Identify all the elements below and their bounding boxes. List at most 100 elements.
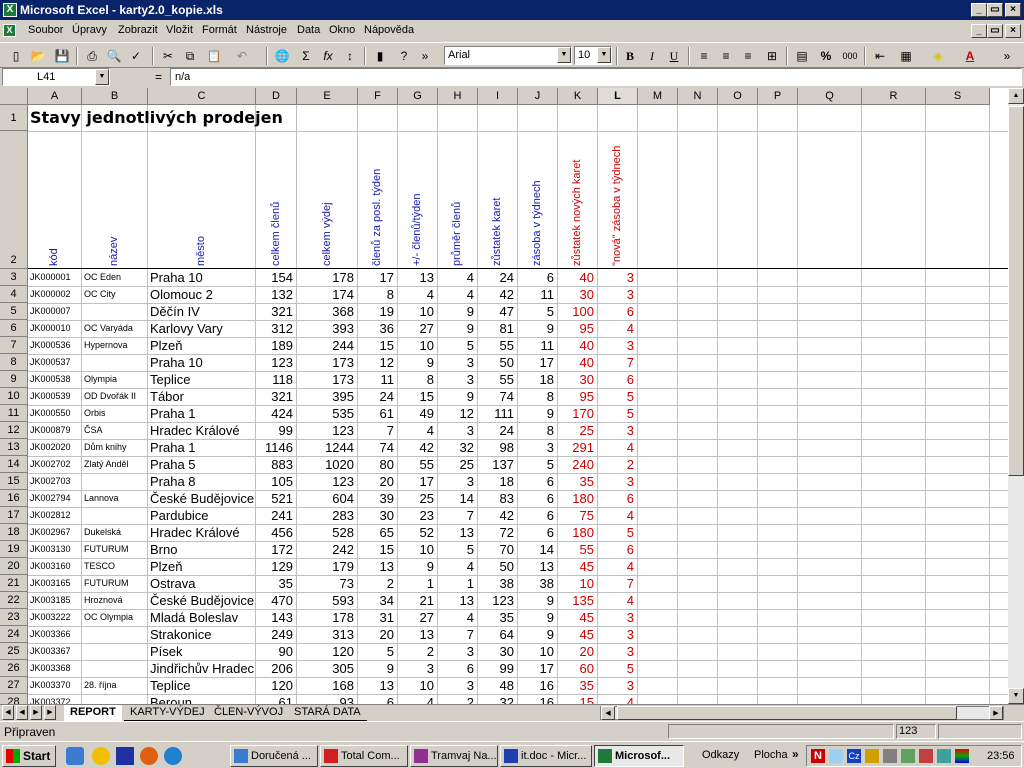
- cell-d-12[interactable]: 99: [256, 422, 296, 439]
- cell-e-12[interactable]: 123: [297, 422, 357, 439]
- cell-e-9[interactable]: 173: [297, 371, 357, 388]
- header-g[interactable]: +/- členů/týden: [411, 194, 423, 266]
- cell-d-20[interactable]: 129: [256, 558, 296, 575]
- cell-e-3[interactable]: 178: [297, 269, 357, 286]
- column-header-k[interactable]: K: [558, 88, 598, 105]
- scroll-up-icon[interactable]: ▲: [1008, 88, 1024, 104]
- cell-a-6[interactable]: JK000010: [28, 320, 81, 337]
- cell-b-5[interactable]: [82, 303, 147, 320]
- cell-h-14[interactable]: 25: [438, 456, 477, 473]
- cell-e-26[interactable]: 305: [297, 660, 357, 677]
- cell-c-9[interactable]: Teplice: [148, 371, 255, 388]
- borders-icon[interactable]: ▦: [896, 46, 916, 66]
- cell-g-22[interactable]: 21: [398, 592, 437, 609]
- cell-g-8[interactable]: 9: [398, 354, 437, 371]
- cell-j-9[interactable]: 18: [518, 371, 557, 388]
- cell-e-18[interactable]: 528: [297, 524, 357, 541]
- cell-i-5[interactable]: 47: [478, 303, 517, 320]
- row-header-8[interactable]: 8: [0, 354, 28, 371]
- cell-g-23[interactable]: 27: [398, 609, 437, 626]
- cell-d-7[interactable]: 189: [256, 337, 296, 354]
- cell-l-5[interactable]: 6: [598, 303, 637, 320]
- cell-i-10[interactable]: 74: [478, 388, 517, 405]
- cell-f-23[interactable]: 31: [358, 609, 397, 626]
- row-header-16[interactable]: 16: [0, 490, 28, 507]
- cell-l-26[interactable]: 5: [598, 660, 637, 677]
- cell-d-22[interactable]: 470: [256, 592, 296, 609]
- cell-e-24[interactable]: 313: [297, 626, 357, 643]
- cell-c-15[interactable]: Praha 8: [148, 473, 255, 490]
- align-left-icon[interactable]: ≡: [694, 46, 714, 66]
- cell-a-4[interactable]: JK000002: [28, 286, 81, 303]
- cell-g-24[interactable]: 13: [398, 626, 437, 643]
- cell-g-7[interactable]: 10: [398, 337, 437, 354]
- hscroll-thumb[interactable]: [617, 706, 957, 720]
- cell-l-7[interactable]: 3: [598, 337, 637, 354]
- cell-f-27[interactable]: 13: [358, 677, 397, 694]
- scroll-left-icon[interactable]: ◀: [601, 706, 615, 720]
- cell-e-19[interactable]: 242: [297, 541, 357, 558]
- row-header-5[interactable]: 5: [0, 303, 28, 320]
- cell-e-25[interactable]: 120: [297, 643, 357, 660]
- worksheet-grid[interactable]: ABCDEFGHIJKLMNOPQRS 1 2 3 4 5 6 7 8 9 10 11 12 13 14 1…: [0, 88, 1008, 704]
- font-size-combo[interactable]: 10 ▼: [574, 46, 612, 65]
- cell-f-21[interactable]: 2: [358, 575, 397, 592]
- cell-b-17[interactable]: [82, 507, 147, 524]
- cell-a-24[interactable]: JK003366: [28, 626, 81, 643]
- cell-j-7[interactable]: 11: [518, 337, 557, 354]
- cell-b-14[interactable]: Zlatý Anděl: [82, 456, 147, 473]
- cell-g-19[interactable]: 10: [398, 541, 437, 558]
- cell-f-26[interactable]: 9: [358, 660, 397, 677]
- quicklaunch-firefox-icon[interactable]: [140, 747, 158, 765]
- excel-app-icon[interactable]: X: [3, 3, 17, 17]
- desktop-toolbar[interactable]: Plocha: [754, 749, 788, 761]
- cell-b-16[interactable]: Lannova: [82, 490, 147, 507]
- cell-e-4[interactable]: 174: [297, 286, 357, 303]
- cell-g-9[interactable]: 8: [398, 371, 437, 388]
- tray-security-icon[interactable]: [865, 749, 879, 763]
- cell-l-8[interactable]: 7: [598, 354, 637, 371]
- cell-h-12[interactable]: 3: [438, 422, 477, 439]
- cell-i-17[interactable]: 42: [478, 507, 517, 524]
- paste-icon[interactable]: 📋: [204, 46, 224, 66]
- cell-j-4[interactable]: 11: [518, 286, 557, 303]
- cell-e-8[interactable]: 173: [297, 354, 357, 371]
- cell-f-8[interactable]: 12: [358, 354, 397, 371]
- cell-j-19[interactable]: 14: [518, 541, 557, 558]
- save-icon[interactable]: 💾: [52, 46, 72, 66]
- cell-g-25[interactable]: 2: [398, 643, 437, 660]
- cell-h-26[interactable]: 6: [438, 660, 477, 677]
- cell-b-22[interactable]: Hroznová: [82, 592, 147, 609]
- cell-c-13[interactable]: Praha 1: [148, 439, 255, 456]
- cell-e-5[interactable]: 368: [297, 303, 357, 320]
- cell-h-23[interactable]: 4: [438, 609, 477, 626]
- cell-l-13[interactable]: 4: [598, 439, 637, 456]
- cell-g-20[interactable]: 9: [398, 558, 437, 575]
- cell-g-3[interactable]: 13: [398, 269, 437, 286]
- cell-f-6[interactable]: 36: [358, 320, 397, 337]
- cell-j-8[interactable]: 17: [518, 354, 557, 371]
- cell-j-6[interactable]: 9: [518, 320, 557, 337]
- row-header-27[interactable]: 27: [0, 677, 28, 694]
- menu-nastroje[interactable]: Nástroje: [246, 24, 287, 36]
- cell-k-10[interactable]: 95: [558, 388, 597, 405]
- fill-color-icon[interactable]: ◈: [928, 46, 948, 66]
- cell-j-23[interactable]: 9: [518, 609, 557, 626]
- cell-c-21[interactable]: Ostrava: [148, 575, 255, 592]
- percent-button[interactable]: %: [816, 46, 836, 66]
- cell-h-24[interactable]: 7: [438, 626, 477, 643]
- cell-h-20[interactable]: 4: [438, 558, 477, 575]
- cell-l-18[interactable]: 5: [598, 524, 637, 541]
- menu-soubor[interactable]: Soubor: [28, 24, 63, 36]
- cell-f-7[interactable]: 15: [358, 337, 397, 354]
- cell-h-11[interactable]: 12: [438, 405, 477, 422]
- cell-f-13[interactable]: 74: [358, 439, 397, 456]
- cell-l-17[interactable]: 4: [598, 507, 637, 524]
- row-header-18[interactable]: 18: [0, 524, 28, 541]
- tray-app-icon[interactable]: [937, 749, 951, 763]
- cell-c-8[interactable]: Praha 10: [148, 354, 255, 371]
- cell-e-17[interactable]: 283: [297, 507, 357, 524]
- last-sheet-icon[interactable]: ▶: [44, 705, 56, 720]
- tab-stara-data[interactable]: STARÁ DATA: [288, 705, 367, 721]
- cell-c-7[interactable]: Plzeň: [148, 337, 255, 354]
